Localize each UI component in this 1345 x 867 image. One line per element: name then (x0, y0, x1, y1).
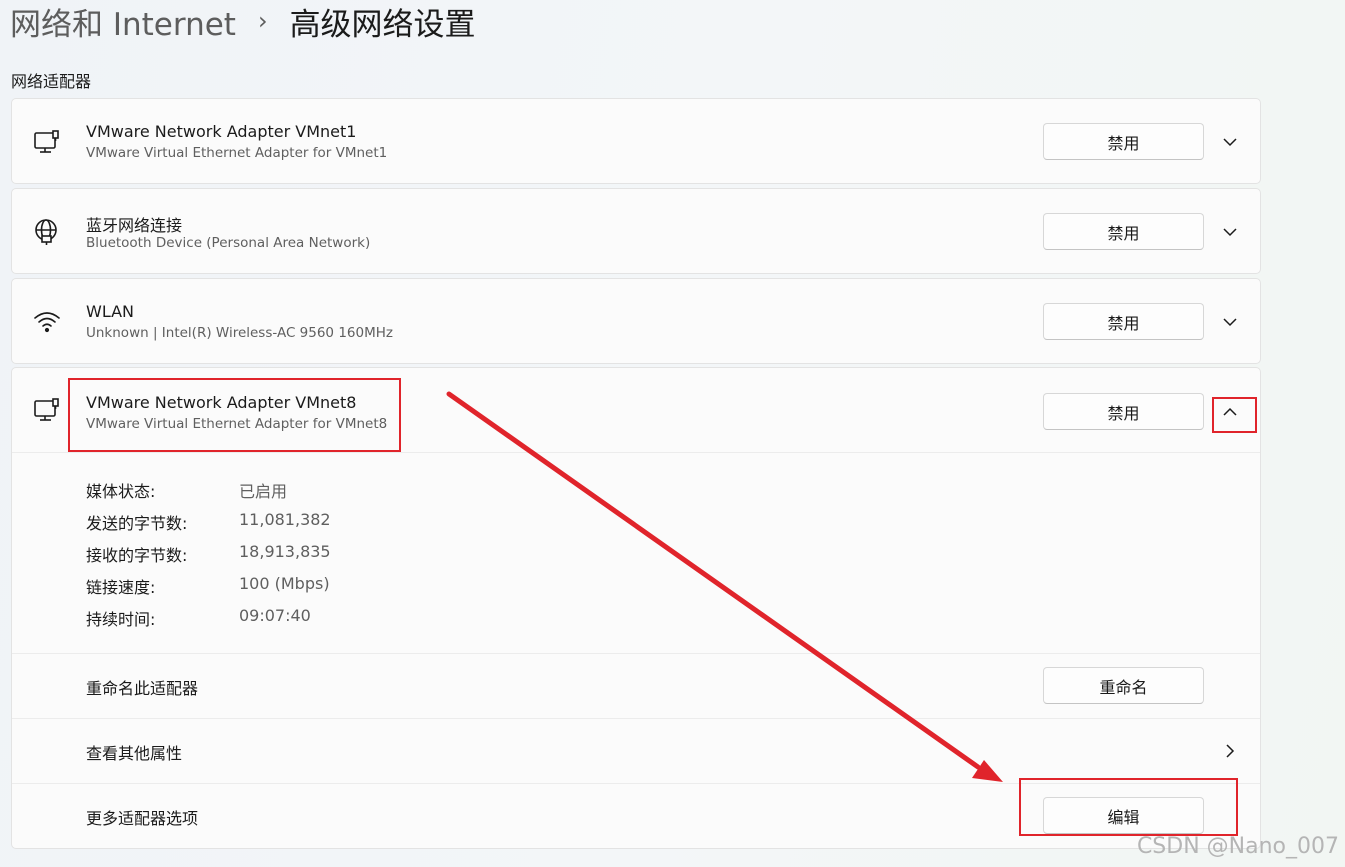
chevron-right-icon: › (257, 7, 268, 35)
duration-label: 持续时间: (86, 610, 156, 629)
adapter-card-vmnet8: VMware Network Adapter VMnet8 VMware Vir… (11, 367, 1261, 849)
adapter-description: VMware Virtual Ethernet Adapter for VMne… (86, 145, 388, 161)
adapter-card-vmnet1: VMware Network Adapter VMnet1 VMware Vir… (11, 98, 1261, 184)
rename-button[interactable]: 重命名 (1043, 667, 1204, 704)
adapter-description: Unknown | Intel(R) Wireless-AC 9560 160M… (86, 325, 393, 341)
chevron-up-icon[interactable] (1217, 399, 1243, 425)
media-status-value: 已启用 (239, 482, 288, 501)
chevron-down-icon[interactable] (1217, 219, 1243, 245)
globe-network-icon (32, 217, 62, 247)
adapter-properties: 媒体状态: 已启用 发送的字节数: 11,081,382 接收的字节数: 18,… (12, 452, 1260, 653)
wifi-icon (32, 307, 62, 337)
more-adapter-options-row: 更多适配器选项 编辑 (12, 783, 1260, 848)
view-properties-row[interactable]: 查看其他属性 (12, 718, 1260, 783)
adapter-name: VMware Network Adapter VMnet1 (86, 122, 357, 141)
duration-value: 09:07:40 (239, 606, 311, 625)
section-title: 网络适配器 (11, 72, 92, 91)
rename-adapter-label: 重命名此适配器 (86, 679, 199, 698)
adapter-name: WLAN (86, 302, 135, 321)
adapter-header[interactable]: VMware Network Adapter VMnet1 VMware Vir… (12, 99, 1260, 183)
page-title: 高级网络设置 (289, 6, 476, 43)
adapter-header[interactable]: 蓝牙网络连接 Bluetooth Device (Personal Area N… (12, 189, 1260, 273)
adapter-header[interactable]: WLAN Unknown | Intel(R) Wireless-AC 9560… (12, 279, 1260, 363)
ethernet-pc-icon (32, 127, 62, 157)
disable-button[interactable]: 禁用 (1043, 393, 1204, 430)
edit-button[interactable]: 编辑 (1043, 797, 1204, 834)
adapter-description: VMware Virtual Ethernet Adapter for VMne… (86, 416, 388, 432)
bytes-received-value: 18,913,835 (239, 542, 331, 561)
view-properties-label: 查看其他属性 (86, 744, 183, 763)
disable-button[interactable]: 禁用 (1043, 123, 1204, 160)
chevron-down-icon[interactable] (1217, 129, 1243, 155)
disable-button[interactable]: 禁用 (1043, 213, 1204, 250)
adapter-description: Bluetooth Device (Personal Area Network) (86, 235, 371, 251)
chevron-right-icon[interactable] (1217, 738, 1243, 764)
adapter-card-wlan: WLAN Unknown | Intel(R) Wireless-AC 9560… (11, 278, 1261, 364)
link-speed-value: 100 (Mbps) (239, 574, 330, 593)
breadcrumb-parent-link[interactable]: 网络和 Internet (10, 0, 236, 44)
adapter-name: 蓝牙网络连接 (86, 216, 183, 235)
ethernet-pc-icon (32, 395, 62, 425)
chevron-down-icon[interactable] (1217, 309, 1243, 335)
adapter-card-bluetooth: 蓝牙网络连接 Bluetooth Device (Personal Area N… (11, 188, 1261, 274)
breadcrumb: 网络和 Internet › 高级网络设置 (10, 0, 476, 44)
bytes-received-label: 接收的字节数: (86, 546, 188, 565)
rename-adapter-row: 重命名此适配器 重命名 (12, 653, 1260, 718)
media-status-label: 媒体状态: (86, 482, 156, 501)
watermark: CSDN @Nano_007 (1136, 834, 1339, 859)
adapter-name: VMware Network Adapter VMnet8 (86, 393, 357, 412)
link-speed-label: 链接速度: (86, 578, 156, 597)
more-adapter-options-label: 更多适配器选项 (86, 809, 199, 828)
disable-button[interactable]: 禁用 (1043, 303, 1204, 340)
adapter-header[interactable]: VMware Network Adapter VMnet8 VMware Vir… (12, 368, 1260, 452)
bytes-sent-value: 11,081,382 (239, 510, 331, 529)
bytes-sent-label: 发送的字节数: (86, 514, 188, 533)
